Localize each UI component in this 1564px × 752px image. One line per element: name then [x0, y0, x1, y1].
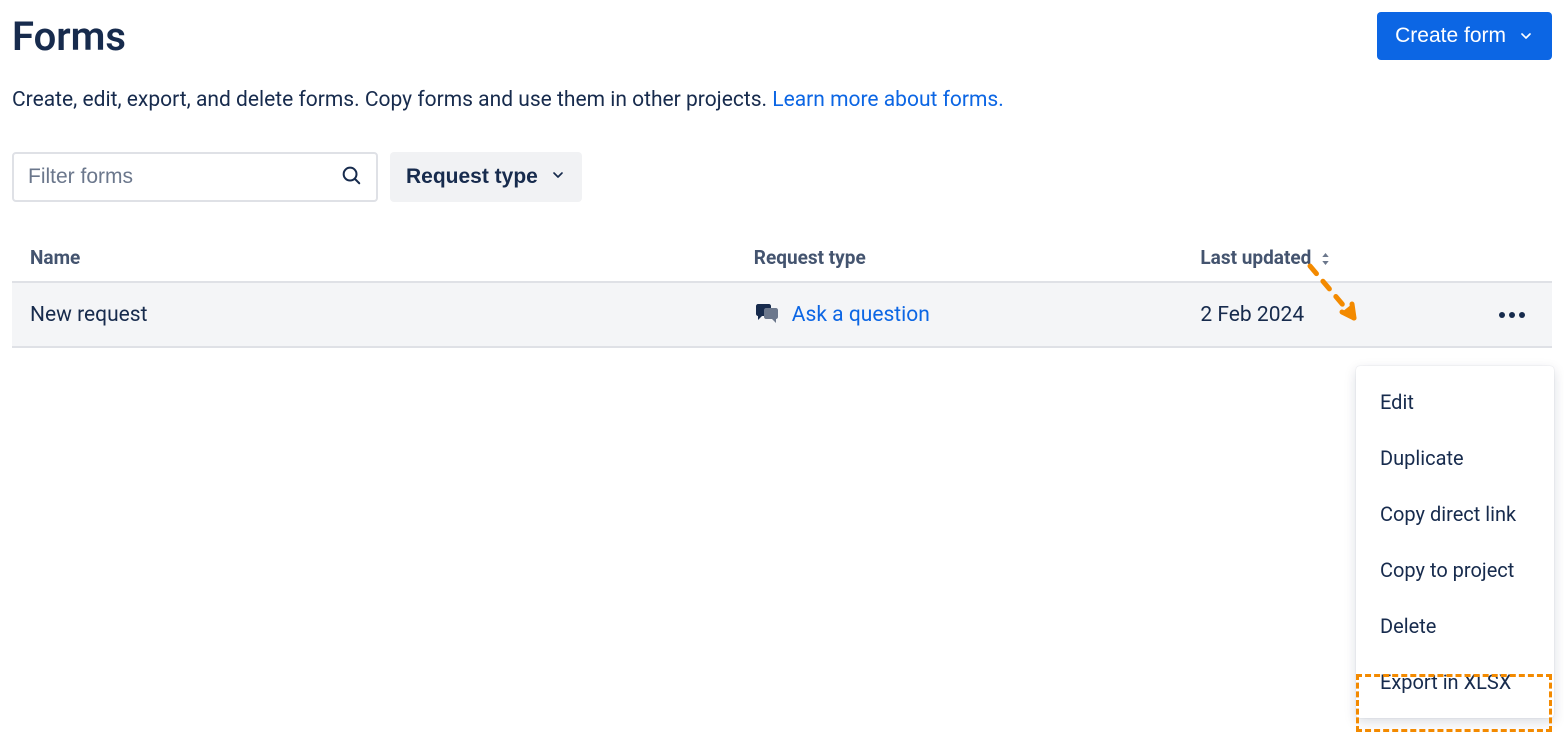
- table-row[interactable]: New request Ask a question 2 Feb 2024: [12, 282, 1552, 347]
- menu-item-copy-to-project[interactable]: Copy to project: [1356, 542, 1554, 598]
- menu-item-duplicate[interactable]: Duplicate: [1356, 430, 1554, 486]
- column-header-request-type[interactable]: Request type: [736, 234, 1183, 282]
- request-type-filter-label: Request type: [406, 165, 538, 189]
- menu-item-edit[interactable]: Edit: [1356, 374, 1554, 430]
- menu-item-delete[interactable]: Delete: [1356, 598, 1554, 654]
- form-name-cell: New request: [12, 282, 736, 347]
- request-type-filter[interactable]: Request type: [390, 152, 582, 202]
- menu-item-export-xlsx[interactable]: Export in XLSX: [1356, 654, 1554, 710]
- page-header: Forms Create form: [12, 12, 1552, 60]
- page-description: Create, edit, export, and delete forms. …: [12, 88, 1552, 112]
- description-text: Create, edit, export, and delete forms. …: [12, 88, 772, 112]
- sort-icon: [1320, 252, 1331, 266]
- row-actions-menu: Edit Duplicate Copy direct link Copy to …: [1356, 366, 1554, 718]
- create-form-label: Create form: [1395, 24, 1506, 48]
- filters-row: Request type: [12, 152, 1552, 202]
- create-form-button[interactable]: Create form: [1377, 12, 1552, 60]
- chevron-down-icon: [550, 165, 566, 189]
- menu-item-copy-direct-link[interactable]: Copy direct link: [1356, 486, 1554, 542]
- column-header-last-updated[interactable]: Last updated: [1182, 234, 1444, 282]
- forms-table: Name Request type Last updated New reque…: [12, 234, 1552, 348]
- filter-forms-input-wrap[interactable]: [12, 152, 378, 202]
- page-title: Forms: [12, 13, 126, 60]
- request-type-link[interactable]: Ask a question: [792, 303, 930, 327]
- column-header-name[interactable]: Name: [12, 234, 736, 282]
- column-header-actions: [1444, 234, 1552, 282]
- learn-more-link[interactable]: Learn more about forms.: [772, 88, 1003, 112]
- request-type-cell-wrap: Ask a question: [736, 282, 1183, 347]
- more-horizontal-icon: [1498, 307, 1526, 322]
- column-header-last-updated-label: Last updated: [1200, 246, 1311, 269]
- filter-forms-input[interactable]: [28, 165, 340, 189]
- chevron-down-icon: [1518, 28, 1534, 44]
- search-icon: [340, 164, 362, 190]
- more-actions-button[interactable]: [1490, 299, 1534, 330]
- last-updated-cell: 2 Feb 2024: [1182, 282, 1444, 347]
- chat-bubble-icon: [754, 304, 780, 326]
